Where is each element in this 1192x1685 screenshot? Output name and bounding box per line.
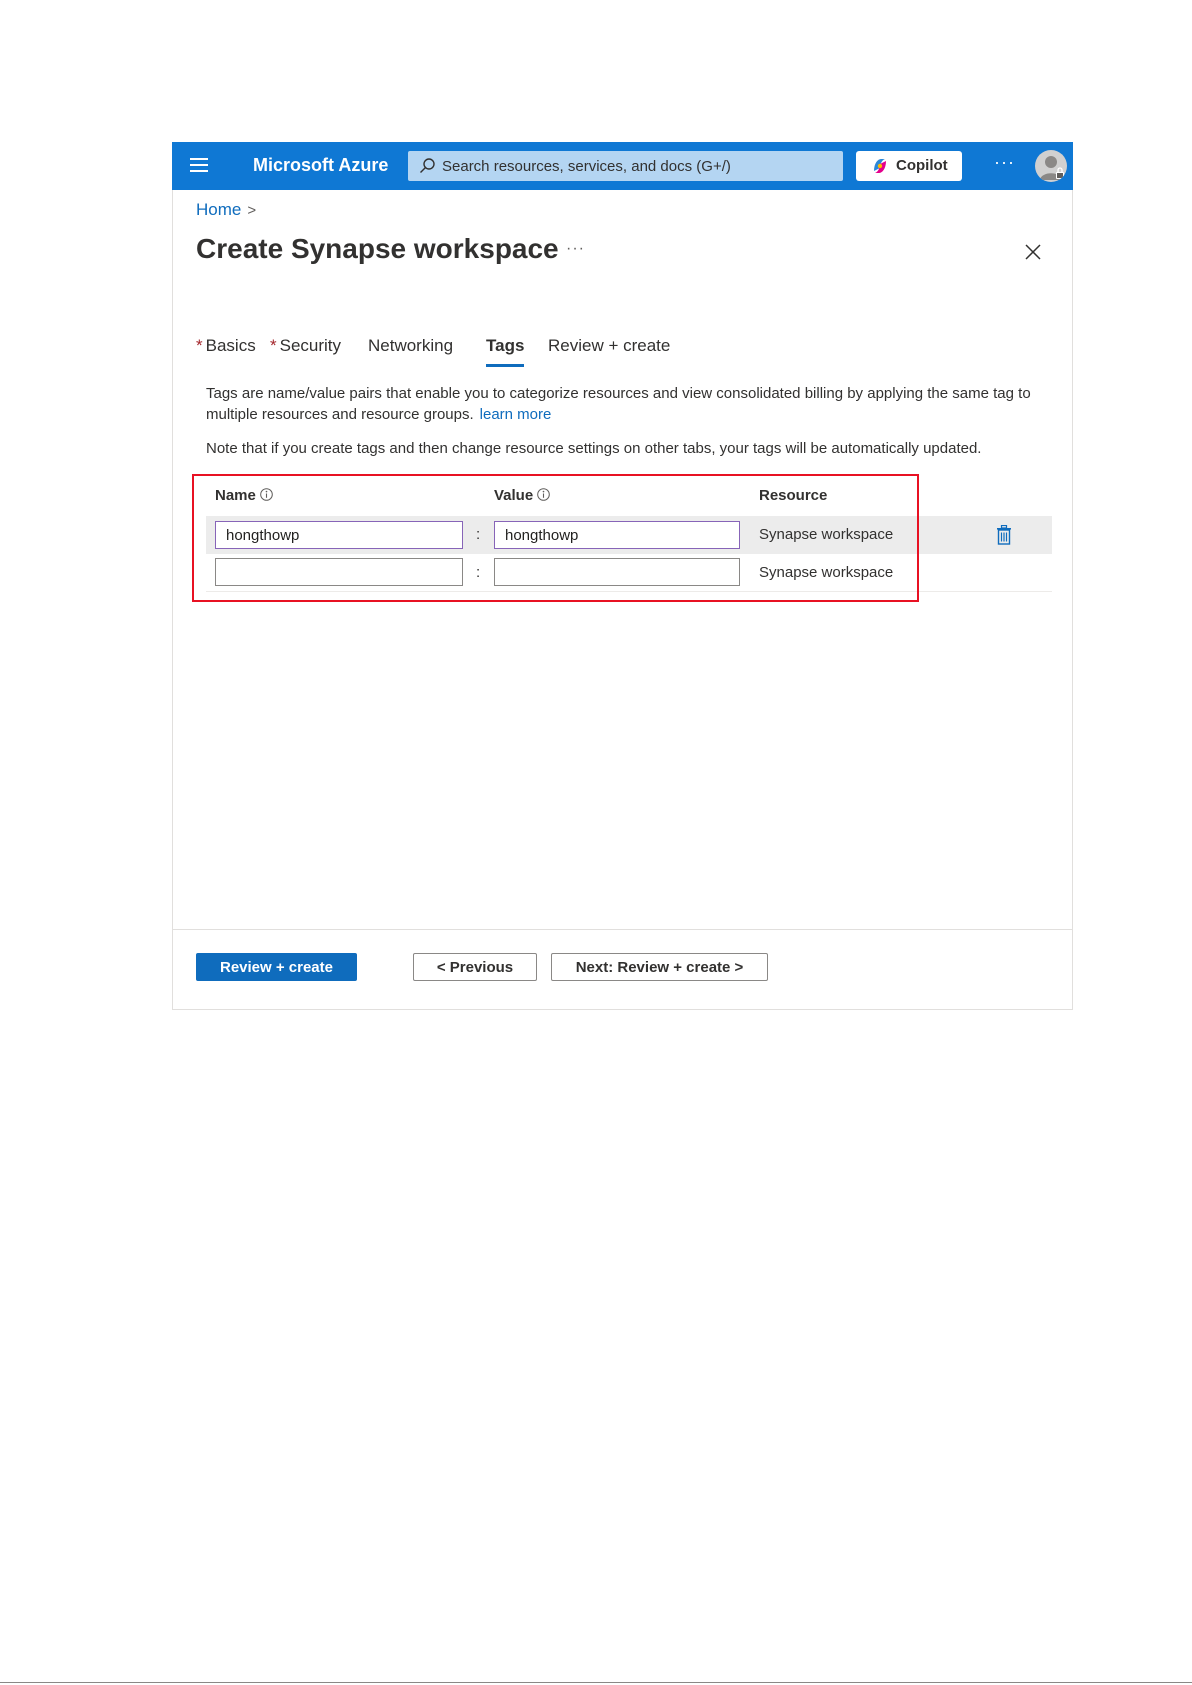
description-text: Tags are name/value pairs that enable yo…: [206, 385, 1031, 423]
delete-icon[interactable]: [996, 525, 1012, 545]
avatar[interactable]: [1035, 150, 1067, 182]
copilot-icon: [874, 159, 886, 173]
page-title: Create Synapse workspace: [196, 233, 559, 264]
user-icon: [1040, 156, 1064, 180]
chevron-right-icon: >: [247, 202, 257, 219]
tags-note: Note that if you create tags and then ch…: [206, 440, 982, 457]
page-bottom-border: [0, 1682, 1192, 1683]
tab-security[interactable]: * Security: [270, 336, 341, 356]
tab-basics[interactable]: * Basics: [196, 336, 256, 356]
search-icon: [420, 158, 435, 173]
tab-label: Tags: [486, 336, 525, 355]
breadcrumb: Home >: [196, 200, 256, 220]
more-options-icon[interactable]: ···: [994, 152, 1015, 173]
page-more-options-icon[interactable]: ···: [566, 240, 585, 258]
menu-icon[interactable]: [190, 158, 208, 172]
required-marker: *: [270, 336, 277, 355]
search-input[interactable]: [442, 151, 837, 181]
top-bar: Microsoft Azure Copilot ···: [172, 142, 1073, 190]
close-icon[interactable]: [1023, 242, 1043, 262]
tab-tags[interactable]: Tags: [486, 336, 525, 367]
highlight-annotation-box: [192, 474, 919, 602]
tab-label: Security: [279, 336, 342, 355]
next-button[interactable]: Next: Review + create >: [551, 953, 768, 981]
learn-more-link[interactable]: learn more: [480, 406, 552, 423]
copilot-button[interactable]: Copilot: [856, 151, 962, 181]
footer-divider: [172, 929, 1073, 930]
brand-title[interactable]: Microsoft Azure: [253, 155, 388, 176]
breadcrumb-home-link[interactable]: Home: [196, 200, 241, 219]
tab-label: Basics: [205, 336, 256, 355]
previous-button[interactable]: < Previous: [413, 953, 537, 981]
tags-description: Tags are name/value pairs that enable yo…: [206, 383, 1046, 425]
tab-label: Review + create: [548, 336, 671, 355]
copilot-label: Copilot: [896, 157, 948, 174]
tab-networking[interactable]: Networking: [368, 336, 453, 356]
required-marker: *: [196, 336, 203, 355]
tab-review-create[interactable]: Review + create: [548, 336, 670, 356]
tab-label: Networking: [368, 336, 454, 355]
global-search[interactable]: [408, 151, 843, 181]
review-create-button[interactable]: Review + create: [196, 953, 357, 981]
